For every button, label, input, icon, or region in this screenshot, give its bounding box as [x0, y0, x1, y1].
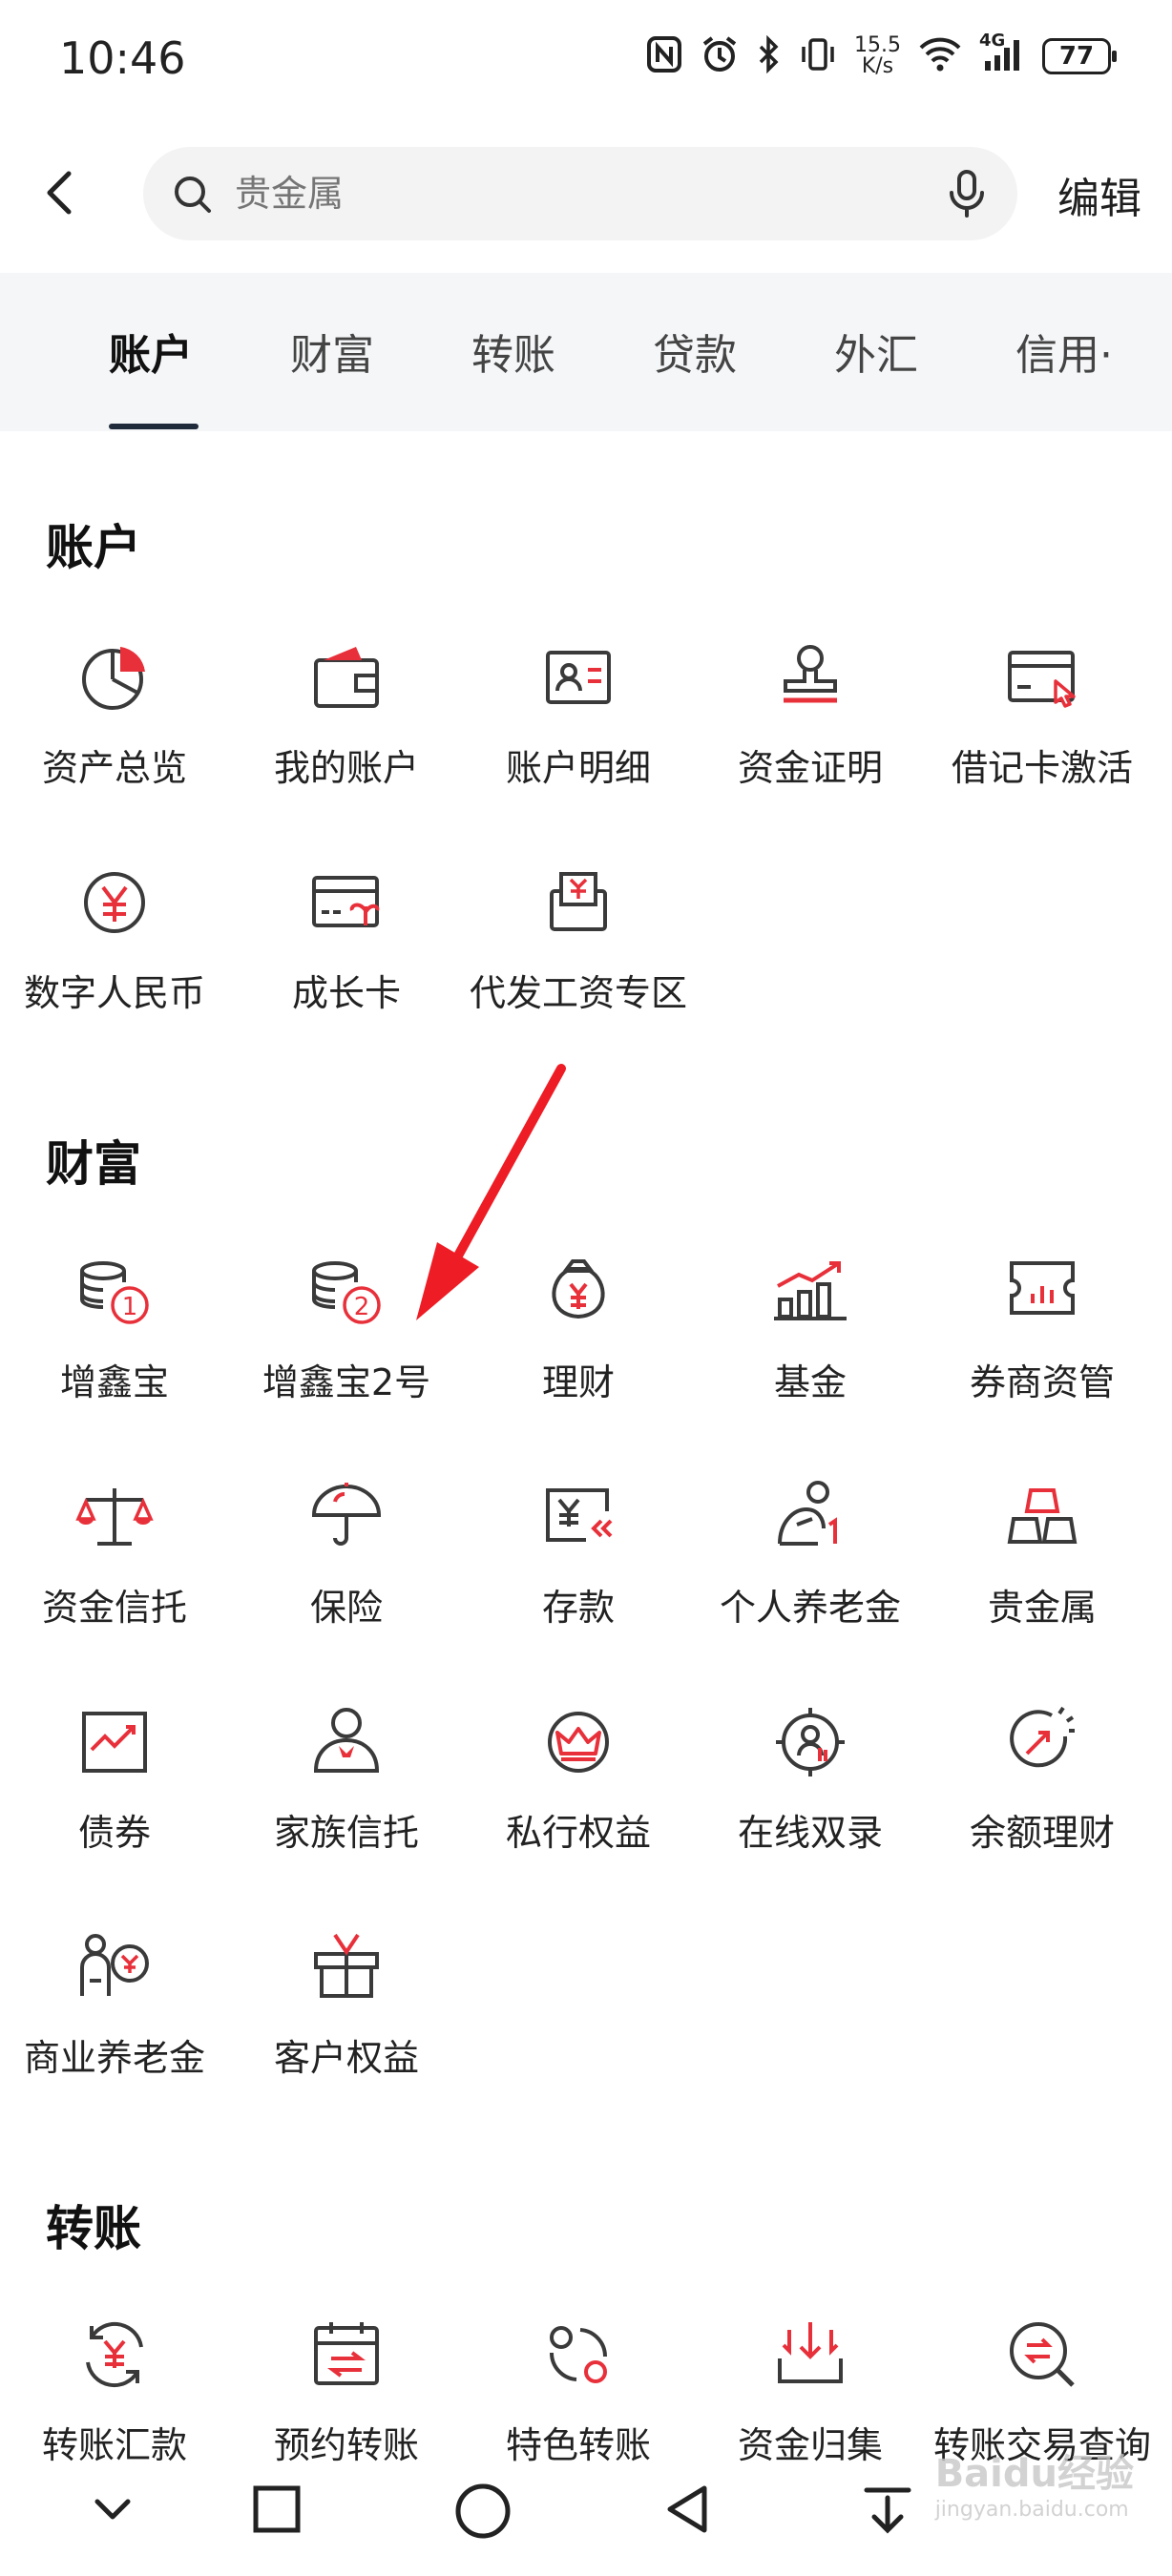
tab-transfer[interactable]: 转账 — [471, 321, 555, 382]
grid-item-insurance[interactable]: 保险 — [232, 1477, 461, 1668]
svg-text:1: 1 — [122, 1293, 138, 1321]
stamp-icon — [784, 645, 837, 703]
active-tab-indicator — [109, 424, 199, 429]
grid-item-debit-card-activate[interactable]: 借记卡激活 — [928, 637, 1157, 828]
grid-item-broker-asset-mgmt[interactable]: 券商资管 — [928, 1252, 1157, 1443]
calendar-transfer-icon — [314, 2322, 379, 2385]
id-card-icon — [546, 651, 611, 704]
status-bar: 10:46 15.5 K/s 4G 77 — [0, 0, 1172, 124]
section-title-transfer: 转账 — [46, 2201, 141, 2256]
money-bag-icon — [552, 1259, 605, 1319]
growth-card-icon — [312, 876, 380, 927]
grid-item-payroll-zone[interactable]: 代发工资专区 — [464, 862, 693, 1053]
grid-item-private-banking-rights[interactable]: 私行权益 — [464, 1702, 693, 1893]
yuan-refresh-icon — [86, 2321, 143, 2388]
grid-item-bonds[interactable]: 债券 — [0, 1702, 229, 1893]
digital-yuan-icon — [84, 872, 145, 933]
fund-collect-icon — [778, 2322, 843, 2383]
baidu-jingyan-watermark: Baidu经验 jingyan.baidu.com — [934, 2452, 1134, 2522]
category-tab-bar: 账户 财富 转账 贷款 外汇 信用· — [0, 273, 1172, 431]
top-bar: 编辑 — [0, 143, 1172, 248]
alarm-icon — [700, 34, 740, 78]
transfer-search-icon — [1010, 2322, 1075, 2387]
card-tap-icon — [1008, 651, 1076, 708]
section-title-wealth: 财富 — [46, 1136, 141, 1192]
vibrate-icon — [799, 35, 837, 77]
grid-item-online-dual-record[interactable]: 在线双录 — [696, 1702, 925, 1893]
notification-pull-icon[interactable] — [861, 2483, 914, 2536]
special-transfer-icon — [549, 2326, 608, 2383]
search-icon — [172, 174, 214, 216]
recent-apps-icon[interactable] — [250, 2483, 303, 2536]
nfc-icon — [646, 35, 682, 77]
grid-item-growth-card[interactable]: 成长卡 — [232, 862, 461, 1053]
wifi-icon — [918, 36, 962, 76]
crown-icon — [548, 1712, 609, 1773]
network-speed: 15.5 K/s — [854, 33, 901, 78]
grid-item-account-details[interactable]: 账户明细 — [464, 637, 693, 828]
coins-one-icon: 1 — [80, 1261, 149, 1324]
search-input[interactable] — [235, 168, 903, 219]
grid-item-deposit[interactable]: 存款 — [464, 1477, 693, 1668]
grid-item-wealth-management[interactable]: 理财 — [464, 1252, 693, 1443]
back-icon[interactable] — [660, 2483, 714, 2536]
gold-bars-icon — [1007, 1488, 1078, 1544]
grid-item-my-account[interactable]: 我的账户 — [232, 637, 461, 828]
grid-item-family-trust[interactable]: 家族信托 — [232, 1702, 461, 1893]
gift-icon — [314, 1933, 379, 1998]
signal-icon: 4G — [979, 31, 1025, 76]
commercial-pension-icon — [80, 1934, 149, 1996]
wallet-icon — [314, 647, 379, 708]
collapse-down-icon[interactable] — [86, 2483, 139, 2536]
grid-item-digital-rmb[interactable]: 数字人民币 — [0, 862, 229, 1053]
svg-text:2: 2 — [354, 1293, 370, 1321]
grid-item-customer-rights[interactable]: 客户权益 — [232, 1927, 461, 2118]
home-icon[interactable] — [454, 2483, 512, 2540]
coins-two-icon: 2 — [312, 1261, 381, 1324]
grid-item-fund[interactable]: 基金 — [696, 1252, 925, 1443]
bond-chart-icon — [82, 1712, 147, 1773]
tab-forex[interactable]: 外汇 — [834, 321, 918, 382]
bluetooth-icon — [757, 34, 782, 77]
scale-icon — [75, 1488, 154, 1546]
grid-item-zengxinbao[interactable]: 1 增鑫宝 — [0, 1252, 229, 1443]
elder-icon — [778, 1481, 837, 1546]
tab-wealth[interactable]: 财富 — [290, 321, 374, 382]
tab-credit[interactable]: 信用· — [1015, 321, 1113, 382]
grid-item-personal-pension[interactable]: 个人养老金 — [696, 1477, 925, 1668]
section-title-account: 账户 — [46, 520, 141, 575]
grid-item-fund-trust[interactable]: 资金信托 — [0, 1477, 229, 1668]
search-bar[interactable] — [143, 147, 1017, 240]
grid-item-asset-overview[interactable]: 资产总览 — [0, 637, 229, 828]
ticket-chart-icon — [1010, 1261, 1075, 1315]
edit-button[interactable]: 编辑 — [1057, 164, 1141, 225]
grid-item-balance-wealth[interactable]: 余额理财 — [928, 1702, 1157, 1893]
bar-trend-icon — [774, 1261, 847, 1320]
salary-envelope-icon — [550, 872, 607, 931]
status-icons: 15.5 K/s 4G 77 — [646, 31, 1117, 78]
grid-item-precious-metals[interactable]: 贵金属 — [928, 1477, 1157, 1668]
family-person-icon — [313, 1708, 380, 1773]
balance-arrow-icon — [1010, 1706, 1075, 1768]
microphone-icon[interactable] — [943, 168, 991, 219]
online-record-icon — [776, 1708, 845, 1776]
tab-account[interactable]: 账户 — [109, 321, 193, 382]
battery-indicator: 77 — [1042, 38, 1117, 74]
grid-item-zengxinbao-2[interactable]: 2 增鑫宝2号 — [232, 1252, 461, 1443]
pie-chart-icon — [82, 647, 145, 710]
tab-loan[interactable]: 贷款 — [653, 321, 737, 382]
deposit-icon — [546, 1488, 613, 1542]
umbrella-icon — [311, 1483, 382, 1546]
grid-item-commercial-pension[interactable]: 商业养老金 — [0, 1927, 229, 2118]
back-arrow-icon[interactable] — [32, 164, 90, 221]
status-time: 10:46 — [59, 32, 186, 84]
grid-item-fund-proof[interactable]: 资金证明 — [696, 637, 925, 828]
